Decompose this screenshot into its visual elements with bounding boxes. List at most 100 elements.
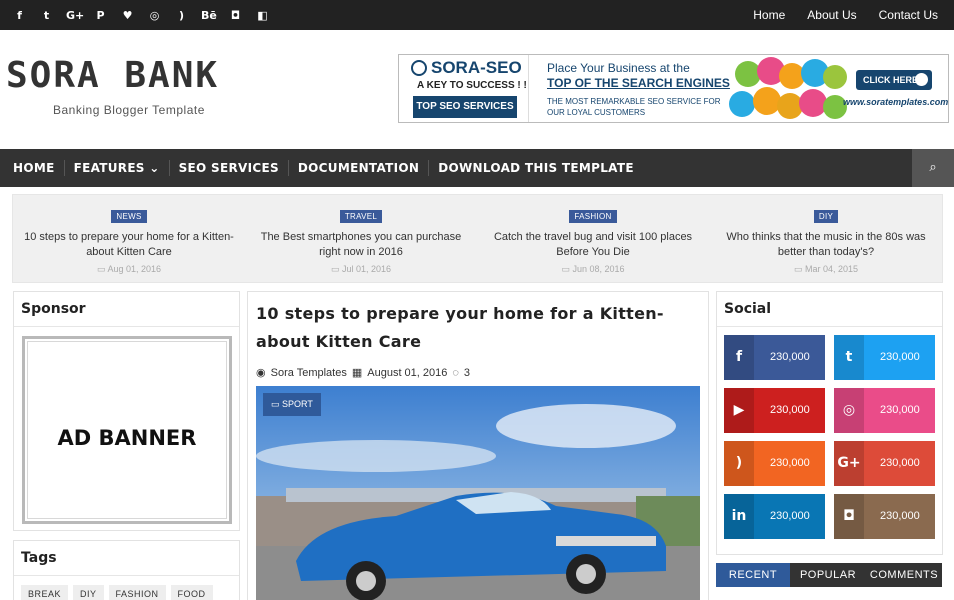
tags-list: BREAK DIY FASHION FOOD	[21, 585, 213, 600]
delicious-icon[interactable]: ◧	[255, 9, 270, 22]
social-count: 230,000	[880, 510, 920, 522]
google-plus-icon[interactable]: G+	[66, 9, 84, 22]
comment-icon: ◌	[452, 366, 459, 379]
tag-item[interactable]: FASHION	[108, 585, 166, 600]
post-author[interactable]: Sora Templates	[271, 367, 347, 379]
tab-comments[interactable]: COMMENTS	[866, 563, 942, 587]
site-tagline: Banking Blogger Template	[53, 103, 205, 117]
tag-item[interactable]: DIY	[73, 585, 104, 600]
ad-line-2: TOP OF THE SEARCH ENGINES	[547, 76, 730, 90]
social-count: 230,000	[770, 510, 810, 522]
top-bar: f t G+ P ♥ ◎ ) Bē ◘ ◧ Home About Us Cont…	[0, 0, 954, 30]
post-meta: ◉ Sora Templates ▦ August 01, 2016 ◌ 3	[256, 366, 470, 380]
facebook-icon[interactable]: f	[12, 9, 27, 22]
youtube-icon: ▶	[724, 388, 754, 433]
social-tile-twitter[interactable]: t 230,000	[834, 335, 935, 380]
post-featured-image[interactable]: ▭ SPORT	[256, 386, 700, 600]
ad-key-text: A KEY TO SUCCESS ! !	[417, 80, 527, 91]
top-social-icons: f t G+ P ♥ ◎ ) Bē ◘ ◧	[12, 0, 270, 30]
ad-line-3: THE MOST REMARKABLE SEO SERVICE FOR OUR …	[547, 97, 721, 117]
heart-icon[interactable]: ♥	[120, 9, 135, 22]
featured-label[interactable]: DIY	[813, 210, 839, 223]
calendar-icon: ▭	[793, 264, 805, 274]
social-count: 230,000	[770, 351, 810, 363]
divider	[14, 326, 239, 327]
calendar-icon: ▭	[561, 264, 573, 274]
globe-icon	[411, 60, 427, 76]
main-nav: HOME FEATURES ⌄ SEO SERVICES DOCUMENTATI…	[0, 149, 954, 187]
linkedin-icon: in	[724, 494, 754, 539]
social-tile-facebook[interactable]: f 230,000	[724, 335, 825, 380]
sponsor-widget: Sponsor AD BANNER	[13, 291, 240, 531]
featured-label[interactable]: TRAVEL	[339, 210, 383, 223]
featured-label[interactable]: FASHION	[569, 210, 617, 223]
top-nav: Home About Us Contact Us	[753, 0, 938, 30]
tag-item[interactable]: FOOD	[170, 585, 213, 600]
top-nav-home[interactable]: Home	[753, 8, 785, 22]
search-icon[interactable]: ⌕	[912, 149, 954, 187]
ad-bubbles-graphic	[727, 57, 851, 122]
tab-recent[interactable]: RECENT	[716, 563, 790, 587]
sponsor-ad-box[interactable]: AD BANNER	[22, 336, 232, 524]
ad-brand: SORA-SEO	[431, 58, 522, 77]
nav-documentation[interactable]: DOCUMENTATION	[287, 160, 428, 176]
post-label-badge[interactable]: ▭ SPORT	[263, 393, 321, 416]
social-tile-dribbble[interactable]: ◎ 230,000	[834, 388, 935, 433]
nav-home[interactable]: HOME	[0, 160, 64, 176]
social-tile-linkedin[interactable]: in 230,000	[724, 494, 825, 539]
twitter-icon[interactable]: t	[39, 9, 54, 22]
pinterest-icon[interactable]: P	[93, 9, 108, 22]
nav-download-template[interactable]: DOWNLOAD THIS TEMPLATE	[428, 160, 643, 176]
featured-title[interactable]: The Best smartphones you can purchase ri…	[255, 230, 467, 260]
top-nav-about[interactable]: About Us	[807, 8, 856, 22]
featured-date: ▭ Jun 08, 2016	[561, 264, 625, 274]
featured-title[interactable]: 10 steps to prepare your home for a Kitt…	[23, 230, 235, 260]
chevron-down-icon: ⌄	[149, 161, 160, 175]
featured-label[interactable]: NEWS	[111, 210, 147, 223]
social-tile-google-plus[interactable]: G+ 230,000	[834, 441, 935, 486]
calendar-icon: ▭	[330, 264, 342, 274]
featured-post[interactable]: NEWS 10 steps to prepare your home for a…	[13, 195, 245, 284]
social-count: 230,000	[770, 404, 810, 416]
social-tile-youtube[interactable]: ▶ 230,000	[724, 388, 825, 433]
post-title[interactable]: 10 steps to prepare your home for a Kitt…	[256, 300, 696, 356]
social-count: 230,000	[770, 457, 810, 469]
nav-features[interactable]: FEATURES ⌄	[63, 160, 169, 176]
featured-title[interactable]: Catch the travel bug and visit 100 place…	[487, 230, 699, 260]
twitter-icon: t	[834, 335, 864, 380]
featured-post[interactable]: TRAVEL The Best smartphones you can purc…	[245, 195, 477, 284]
calendar-icon: ▭	[96, 264, 108, 274]
tags-widget: Tags BREAK DIY FASHION FOOD	[13, 540, 240, 600]
featured-title[interactable]: Who thinks that the music in the 80s was…	[720, 230, 932, 260]
social-tile-rss[interactable]: ) 230,000	[724, 441, 825, 486]
folder-icon: ▭	[271, 399, 283, 409]
social-title: Social	[724, 301, 772, 317]
featured-post[interactable]: FASHION Catch the travel bug and visit 1…	[477, 195, 709, 284]
top-nav-contact[interactable]: Contact Us	[879, 8, 938, 22]
featured-post[interactable]: DIY Who thinks that the music in the 80s…	[710, 195, 942, 284]
featured-date: ▭ Mar 04, 2015	[793, 264, 859, 274]
ad-click-here-button[interactable]: CLICK HERE	[856, 70, 932, 90]
tag-item[interactable]: BREAK	[21, 585, 69, 600]
social-count: 230,000	[880, 457, 920, 469]
dribbble-icon[interactable]: ◎	[147, 9, 162, 22]
behance-icon[interactable]: Bē	[201, 9, 217, 22]
featured-date: ▭ Jul 01, 2016	[330, 264, 392, 274]
post-comments-count[interactable]: 3	[464, 367, 470, 379]
divider	[717, 326, 942, 327]
instagram-icon: ◘	[834, 494, 864, 539]
site-logo[interactable]: SORA BANK	[6, 55, 219, 96]
post-card: 10 steps to prepare your home for a Kitt…	[247, 291, 709, 600]
nav-seo-services[interactable]: SEO SERVICES	[168, 160, 288, 176]
social-tile-instagram[interactable]: ◘ 230,000	[834, 494, 935, 539]
tab-popular[interactable]: POPULAR	[790, 563, 866, 587]
header-ad-banner[interactable]: SORA-SEO A KEY TO SUCCESS ! ! TOP SEO SE…	[398, 54, 949, 123]
nav-features-label: FEATURES	[73, 161, 145, 175]
featured-posts-strip: NEWS 10 steps to prepare your home for a…	[12, 194, 943, 283]
rss-icon[interactable]: )	[174, 9, 189, 22]
divider	[14, 575, 239, 576]
posts-tabs: RECENT POPULAR COMMENTS	[716, 563, 942, 587]
instagram-icon[interactable]: ◘	[228, 9, 243, 22]
social-count: 230,000	[880, 351, 920, 363]
car-photo	[256, 386, 700, 600]
